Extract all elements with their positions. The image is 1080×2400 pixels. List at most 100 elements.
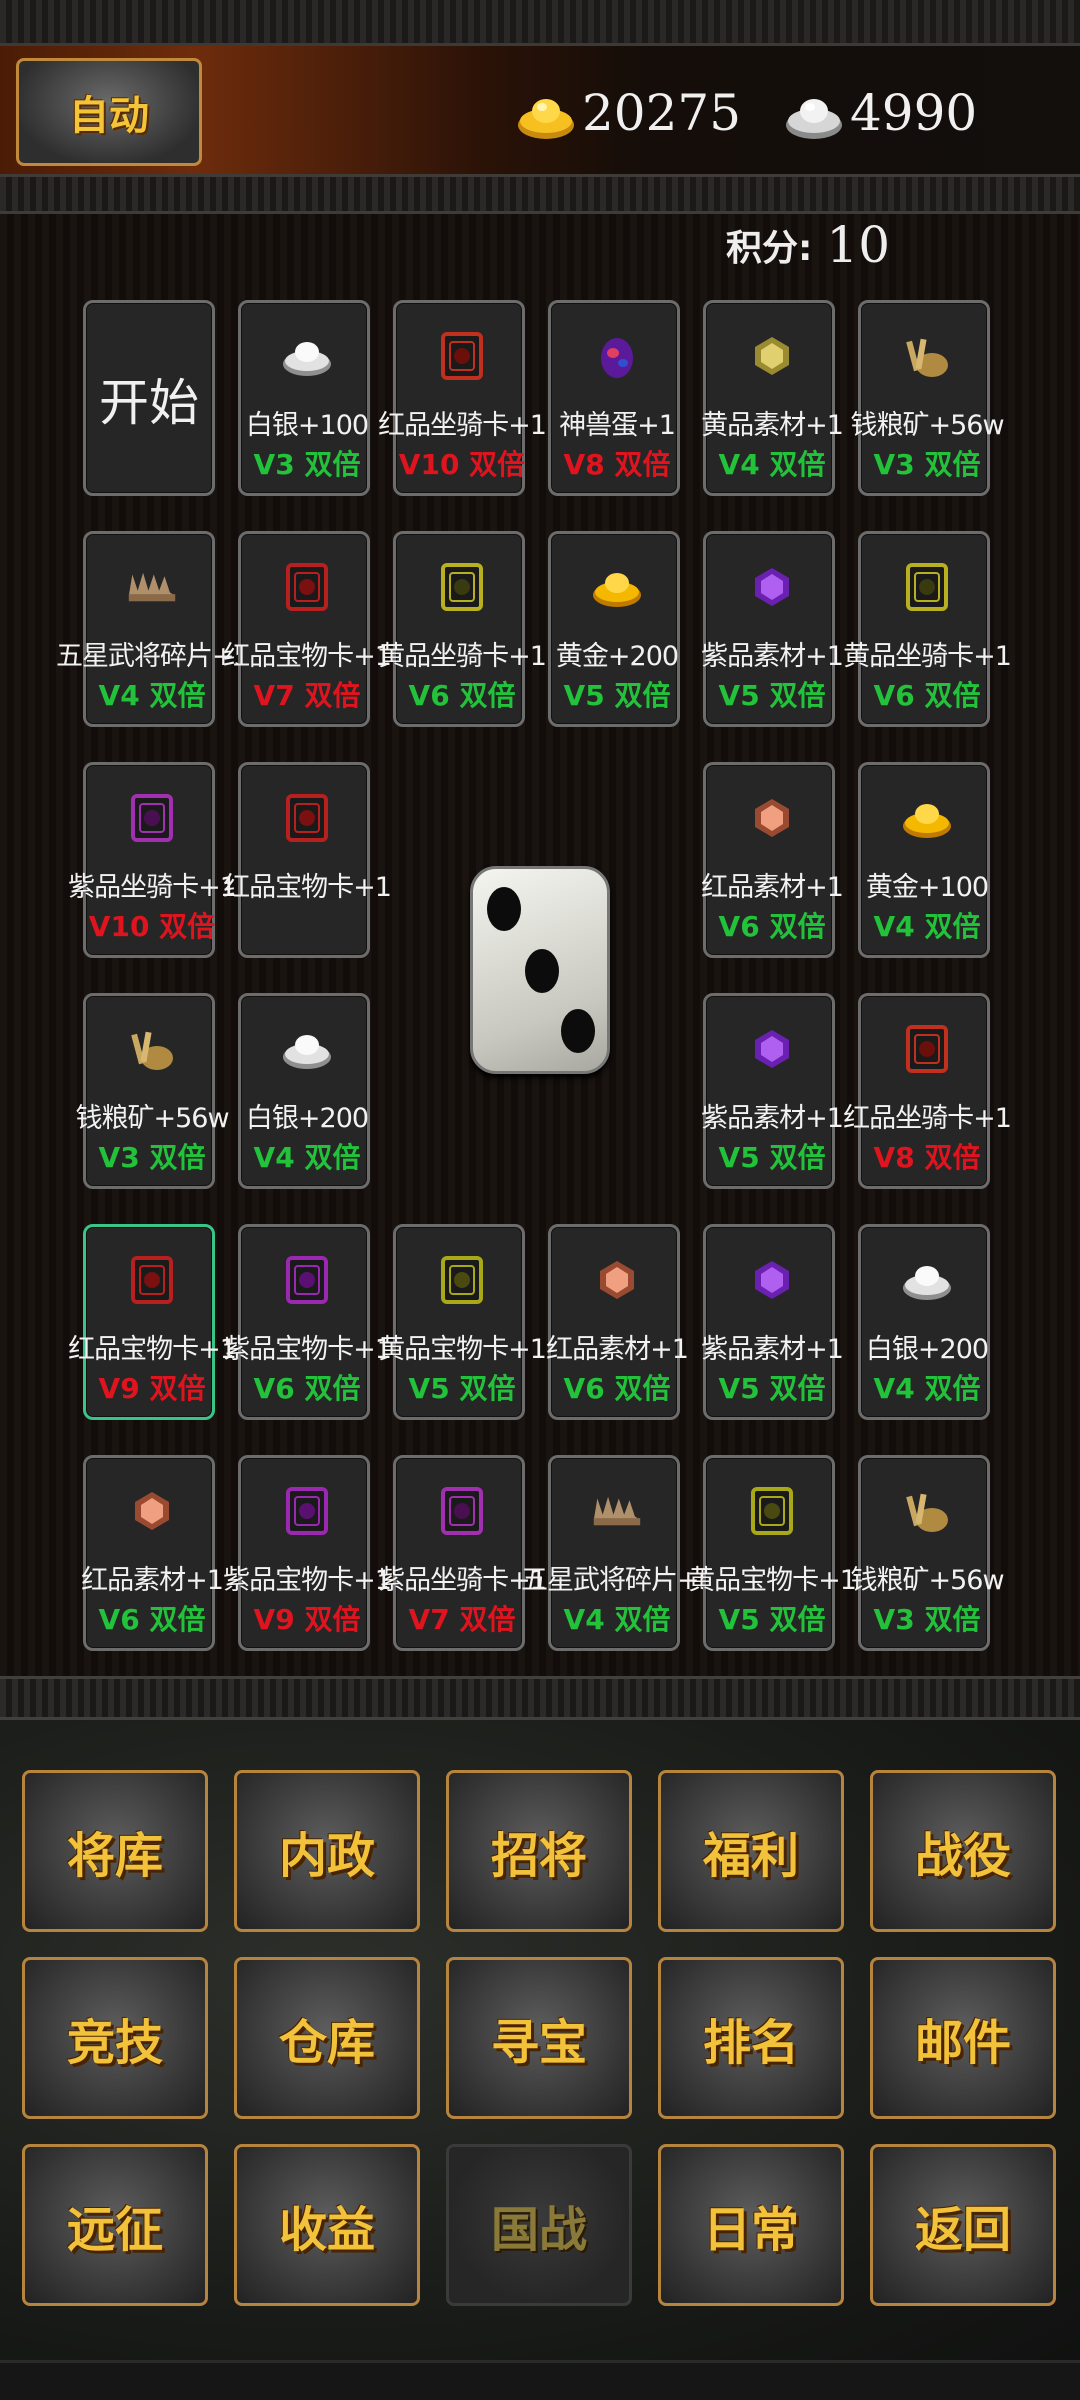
- silver-currency: 4990: [784, 80, 977, 146]
- gold-value: 20275: [582, 84, 742, 142]
- cell-multiplier-label: V6 双倍: [253, 1372, 361, 1405]
- cell-multiplier-label: V3 双倍: [873, 448, 981, 481]
- cell-multiplier-label: V4 双倍: [253, 1141, 361, 1174]
- cell-multiplier-label: V5 双倍: [718, 1603, 826, 1636]
- menu-button[interactable]: 竞技: [22, 1957, 208, 2119]
- score-label: 积分:: [726, 228, 813, 269]
- auto-button[interactable]: 自动: [16, 58, 202, 166]
- red-mount-card-icon: [437, 331, 487, 381]
- menu-button[interactable]: 日常: [658, 2144, 844, 2306]
- gold-ingot-icon: [592, 562, 642, 612]
- cell-multiplier-label: V6 双倍: [563, 1372, 671, 1405]
- bottom-decor-strip: [0, 1676, 1080, 1720]
- cell-multiplier-label: V4 双倍: [98, 679, 206, 712]
- red-treasure-card-icon: [282, 562, 332, 612]
- beast-egg-icon: [592, 331, 642, 381]
- cell-multiplier-label: V4 双倍: [563, 1603, 671, 1636]
- cell-multiplier-label: V9 双倍: [98, 1372, 206, 1405]
- purple-treasure-card-icon: [282, 1255, 332, 1305]
- board-cell: 紫品宝物卡+1 V9 双倍: [223, 1455, 392, 1651]
- purple-material-icon: [747, 1024, 797, 1074]
- purple-material-icon: [747, 1255, 797, 1305]
- menu-button[interactable]: 内政: [234, 1770, 420, 1932]
- cell-multiplier-label: V4 双倍: [873, 1372, 981, 1405]
- silver-ingot-icon: [784, 85, 844, 141]
- board-cell: 红品宝物卡+1 V7 双倍: [223, 531, 392, 727]
- board-cell: 紫品宝物卡+1 V6 双倍: [223, 1224, 392, 1420]
- cell-multiplier-label: V10 双倍: [88, 910, 216, 943]
- cell-multiplier-label: V9 双倍: [253, 1603, 361, 1636]
- cell-reward-label: 白银+200: [865, 1334, 989, 1365]
- cell-multiplier-label: V5 双倍: [563, 679, 671, 712]
- start-cell[interactable]: 开始: [83, 300, 215, 496]
- cell-reward-label: 钱粮矿+56w: [850, 1565, 1004, 1596]
- menu-button[interactable]: 收益: [234, 2144, 420, 2306]
- silver-ingot-icon: [902, 1255, 952, 1305]
- menu-button[interactable]: 国战: [446, 2144, 632, 2306]
- cell-multiplier-label: V6 双倍: [98, 1603, 206, 1636]
- board-cell: 紫品坐骑卡+1 V10 双倍: [68, 762, 237, 958]
- gold-currency: 20275: [516, 80, 741, 146]
- board-cell: 紫品素材+1 V5 双倍: [701, 993, 844, 1189]
- score-value: 10: [826, 216, 891, 274]
- menu-button[interactable]: 邮件: [870, 1957, 1056, 2119]
- board-cell: 钱粮矿+56w V3 双倍: [850, 1455, 1005, 1651]
- dice[interactable]: [470, 866, 610, 1074]
- menu-button[interactable]: 福利: [658, 1770, 844, 1932]
- board-cell: 红品宝物卡+1 V9 双倍: [68, 1224, 237, 1420]
- start-label: 开始: [99, 374, 199, 432]
- menu-button[interactable]: 将库: [22, 1770, 208, 1932]
- top-decor-strip-lower: [0, 174, 1080, 214]
- board-cell: 黄品宝物卡+1 V5 双倍: [378, 1224, 547, 1420]
- cell-multiplier-label: V3 双倍: [98, 1141, 206, 1174]
- purple-treasure-card-icon: [282, 1486, 332, 1536]
- red-treasure-card-icon: [127, 1255, 177, 1305]
- cell-reward-label: 黄金+100: [865, 872, 989, 903]
- yellow-mount-card-icon: [437, 562, 487, 612]
- menu-button[interactable]: 返回: [870, 2144, 1056, 2306]
- menu-button[interactable]: 排名: [658, 1957, 844, 2119]
- purple-material-icon: [747, 562, 797, 612]
- cell-multiplier-label: V8 双倍: [563, 448, 671, 481]
- cell-multiplier-label: V3 双倍: [253, 448, 361, 481]
- board-cell: 五星武将碎片+50 V4 双倍: [521, 1455, 732, 1651]
- cell-reward-label: 红品坐骑卡+1: [843, 1103, 1012, 1134]
- cell-multiplier-label: V6 双倍: [873, 679, 981, 712]
- gold-ingot-icon: [516, 85, 576, 141]
- red-material-icon: [592, 1255, 642, 1305]
- cell-multiplier-label: V8 双倍: [873, 1141, 981, 1174]
- cell-multiplier-label: V5 双倍: [718, 1141, 826, 1174]
- menu-button[interactable]: 寻宝: [446, 1957, 632, 2119]
- board-cell: 白银+100 V3 双倍: [238, 300, 370, 496]
- grain-ore-icon: [902, 1486, 952, 1536]
- menu-button[interactable]: 远征: [22, 2144, 208, 2306]
- bottom-edge: [0, 2360, 1080, 2400]
- cell-multiplier-label: V10 双倍: [398, 448, 526, 481]
- yellow-material-icon: [747, 331, 797, 381]
- menu-button[interactable]: 招将: [446, 1770, 632, 1932]
- cell-multiplier-label: V4 双倍: [718, 448, 826, 481]
- board-cell: 黄品宝物卡+1 V5 双倍: [688, 1455, 857, 1651]
- grain-ore-icon: [902, 331, 952, 381]
- red-mount-card-icon: [902, 1024, 952, 1074]
- silver-ingot-icon: [282, 331, 332, 381]
- cell-reward-label: 白银+200: [245, 1103, 369, 1134]
- board-cell: 红品素材+1 V6 双倍: [81, 1455, 224, 1651]
- cell-reward-label: 黄品坐骑卡+1: [843, 641, 1012, 672]
- board-cell: 五星武将碎片+50 V4 双倍: [56, 531, 267, 727]
- board-cell: 白银+200 V4 双倍: [238, 993, 370, 1189]
- cell-multiplier-label: V6 双倍: [718, 910, 826, 943]
- board-cell: 紫品坐骑卡+1 V7 双倍: [378, 1455, 547, 1651]
- dice-pip: [487, 887, 521, 931]
- menu-button[interactable]: 战役: [870, 1770, 1056, 1932]
- silver-value: 4990: [850, 84, 978, 142]
- silver-ingot-icon: [282, 1024, 332, 1074]
- board-cell: 黄品坐骑卡+1 V6 双倍: [843, 531, 1012, 727]
- board-cell: 紫品素材+1 V5 双倍: [701, 531, 844, 727]
- board-cell: 钱粮矿+56w V3 双倍: [850, 300, 1005, 496]
- grain-ore-icon: [127, 1024, 177, 1074]
- board-cell: 红品宝物卡+1: [223, 762, 392, 958]
- cell-multiplier-label: V5 双倍: [718, 1372, 826, 1405]
- purple-mount-card-icon: [437, 1486, 487, 1536]
- menu-button[interactable]: 仓库: [234, 1957, 420, 2119]
